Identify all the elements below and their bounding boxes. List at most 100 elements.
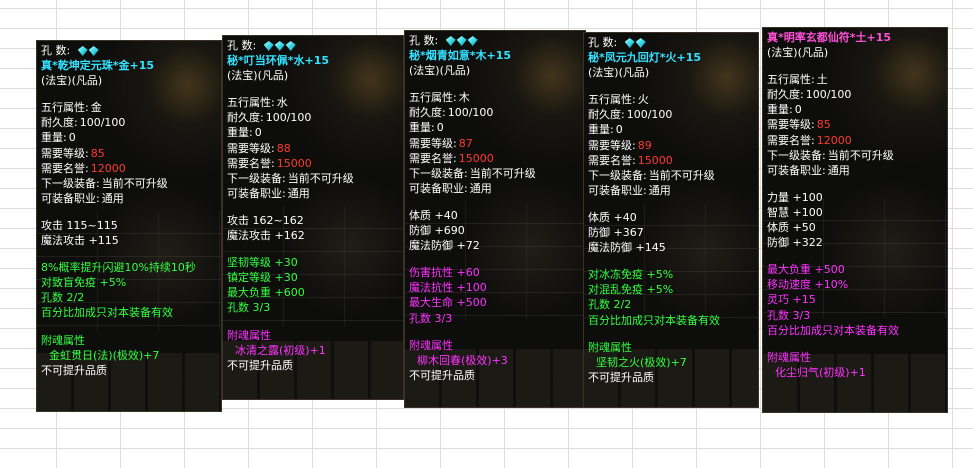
soul-label: 附魂属性 xyxy=(767,350,811,364)
bonus-line: 镇定等级 +30 xyxy=(227,271,298,285)
next-row: 下一级装备: 当前不可升级 xyxy=(41,176,168,190)
fame-row: 需要名誉: 15000 xyxy=(409,151,494,165)
quality-footer: 不可提升品质 xyxy=(41,363,107,377)
weight-row: 重量: 0 xyxy=(767,103,802,117)
stat-line: 魔法攻击 +115 xyxy=(41,234,119,248)
diamond-gem-icon xyxy=(77,46,88,56)
quality-footer: 不可提升品质 xyxy=(409,368,475,382)
level-row: 需要等级: 85 xyxy=(767,118,831,132)
soul-value: 坚韧之火(极效)+7 xyxy=(596,355,687,369)
holes-row: 孔 数: xyxy=(227,38,401,53)
item-tooltip-3: 孔 数: 秘*烟青如意*木+15 (法宝)(凡品) 五行属性: 木 耐久度: 100… xyxy=(404,30,586,408)
level-row: 需要等级: 88 xyxy=(227,141,291,155)
level-value: 85 xyxy=(90,146,105,160)
element-row: 五行属性: 金 xyxy=(41,101,102,115)
element-row: 五行属性: 土 xyxy=(767,73,828,87)
stat-line: 魔法攻击 +162 xyxy=(227,229,305,243)
item-name: 秘*烟青如意*木+15 xyxy=(409,49,512,63)
stat-line: 体质 +40 xyxy=(588,210,637,224)
job-value: 通用 xyxy=(827,163,850,177)
bonus-line: 百分比加成只对本装备有效 xyxy=(767,323,899,337)
holes-row: 孔 数: xyxy=(409,33,583,48)
item-subtitle: (法宝)(凡品) xyxy=(588,66,650,80)
element-value: 土 xyxy=(816,73,828,87)
soul-label: 附魂属性 xyxy=(227,328,271,342)
soul-label: 附魂属性 xyxy=(588,340,632,354)
bonus-line: 孔数 2/2 xyxy=(588,298,632,312)
bonus-line: 灵巧 +15 xyxy=(767,293,816,307)
job-value: 通用 xyxy=(101,191,124,205)
diamond-gem-icon xyxy=(445,36,456,46)
item-subtitle: (法宝)(凡品) xyxy=(767,46,829,60)
stat-line: 攻击 115~115 xyxy=(41,218,118,232)
quality-footer: 不可提升品质 xyxy=(227,358,293,372)
diamond-gem-icon xyxy=(624,38,635,48)
stat-line: 攻击 162~162 xyxy=(227,213,304,227)
item-name: 真*明率玄都仙符*土+15 xyxy=(767,31,892,44)
durability-row: 耐久度: 100/100 xyxy=(409,106,494,120)
holes-row: 孔 数: xyxy=(41,43,219,58)
soul-value: 化尘归气(初级)+1 xyxy=(775,365,866,379)
job-row: 可装备职业: 通用 xyxy=(409,181,492,195)
diamond-gem-icon xyxy=(467,36,478,46)
bonus-line: 孔数 2/2 xyxy=(41,291,85,305)
stat-line: 魔法防御 +145 xyxy=(588,241,666,255)
stat-line: 防御 +690 xyxy=(409,224,465,238)
element-value: 金 xyxy=(90,101,102,115)
bonus-line: 对混乱免疫 +5% xyxy=(588,283,674,297)
item-name: 真*乾坤定元珠*金+15 xyxy=(41,59,155,73)
weight-value: 0 xyxy=(68,131,76,145)
level-row: 需要等级: 87 xyxy=(409,136,473,150)
fame-row: 需要名誉: 15000 xyxy=(227,156,312,170)
bonus-line: 伤害抗性 +60 xyxy=(409,266,480,280)
durability-row: 耐久度: 100/100 xyxy=(227,111,312,125)
weight-row: 重量: 0 xyxy=(227,126,262,140)
next-row: 下一级装备: 当前不可升级 xyxy=(227,171,354,185)
fame-row: 需要名誉: 15000 xyxy=(588,153,673,167)
job-value: 通用 xyxy=(287,186,310,200)
durability-value: 100/100 xyxy=(265,111,312,125)
fame-value: 12000 xyxy=(90,161,126,175)
durability-value: 100/100 xyxy=(447,106,494,120)
soul-label: 附魂属性 xyxy=(41,333,85,347)
item-name: 秘*凤元九回灯*火+15 xyxy=(588,51,702,65)
durability-value: 100/100 xyxy=(805,88,852,102)
bonus-line: 孔数 3/3 xyxy=(767,308,811,322)
diamond-gem-icon xyxy=(274,41,285,51)
bonus-line: 最大生命 +500 xyxy=(409,296,487,310)
stat-line: 防御 +322 xyxy=(767,236,823,250)
fame-value: 15000 xyxy=(276,156,312,170)
element-value: 木 xyxy=(458,91,470,105)
diamond-gem-icon xyxy=(88,46,99,56)
item-subtitle: (法宝)(凡品) xyxy=(409,64,471,78)
weight-row: 重量: 0 xyxy=(41,131,76,145)
bonus-line: 百分比加成只对本装备有效 xyxy=(41,306,173,320)
holes-label: 孔 数: xyxy=(227,39,257,52)
diamond-gem-icon xyxy=(456,36,467,46)
quality-footer: 不可提升品质 xyxy=(588,370,654,384)
diamond-gem-icon xyxy=(285,41,296,51)
job-value: 通用 xyxy=(648,183,671,197)
bonus-line: 对致盲免疫 +5% xyxy=(41,276,127,290)
next-value: 当前不可升级 xyxy=(469,166,536,180)
item-subtitle: (法宝)(凡品) xyxy=(227,69,289,83)
element-row: 五行属性: 水 xyxy=(227,96,288,110)
soul-value: 金虹贯日(法)(极效)+7 xyxy=(49,348,160,362)
bonus-line: 最大负重 +500 xyxy=(767,263,845,277)
durability-value: 100/100 xyxy=(626,108,673,122)
job-row: 可装备职业: 通用 xyxy=(588,183,671,197)
element-value: 火 xyxy=(637,93,649,107)
stat-line: 智慧 +100 xyxy=(767,205,823,219)
diamond-gem-icon xyxy=(263,41,274,51)
next-row: 下一级装备: 当前不可升级 xyxy=(588,168,715,182)
bonus-line: 坚韧等级 +30 xyxy=(227,256,298,270)
bonus-line: 百分比加成只对本装备有效 xyxy=(588,313,720,327)
item-tooltip-2: 孔 数: 秘*叮当环佩*水+15 (法宝)(凡品) 五行属性: 水 耐久度: 100… xyxy=(222,35,404,400)
durability-row: 耐久度: 100/100 xyxy=(767,88,852,102)
item-tooltip-5: 真*明率玄都仙符*土+15 (法宝)(凡品) 五行属性: 土 耐久度: 100/10… xyxy=(762,27,948,413)
soul-value: 柳木回春(极效)+3 xyxy=(417,353,508,367)
element-value: 水 xyxy=(276,96,288,110)
bonus-line: 最大负重 +600 xyxy=(227,286,305,300)
job-row: 可装备职业: 通用 xyxy=(767,163,850,177)
level-value: 88 xyxy=(276,141,291,155)
